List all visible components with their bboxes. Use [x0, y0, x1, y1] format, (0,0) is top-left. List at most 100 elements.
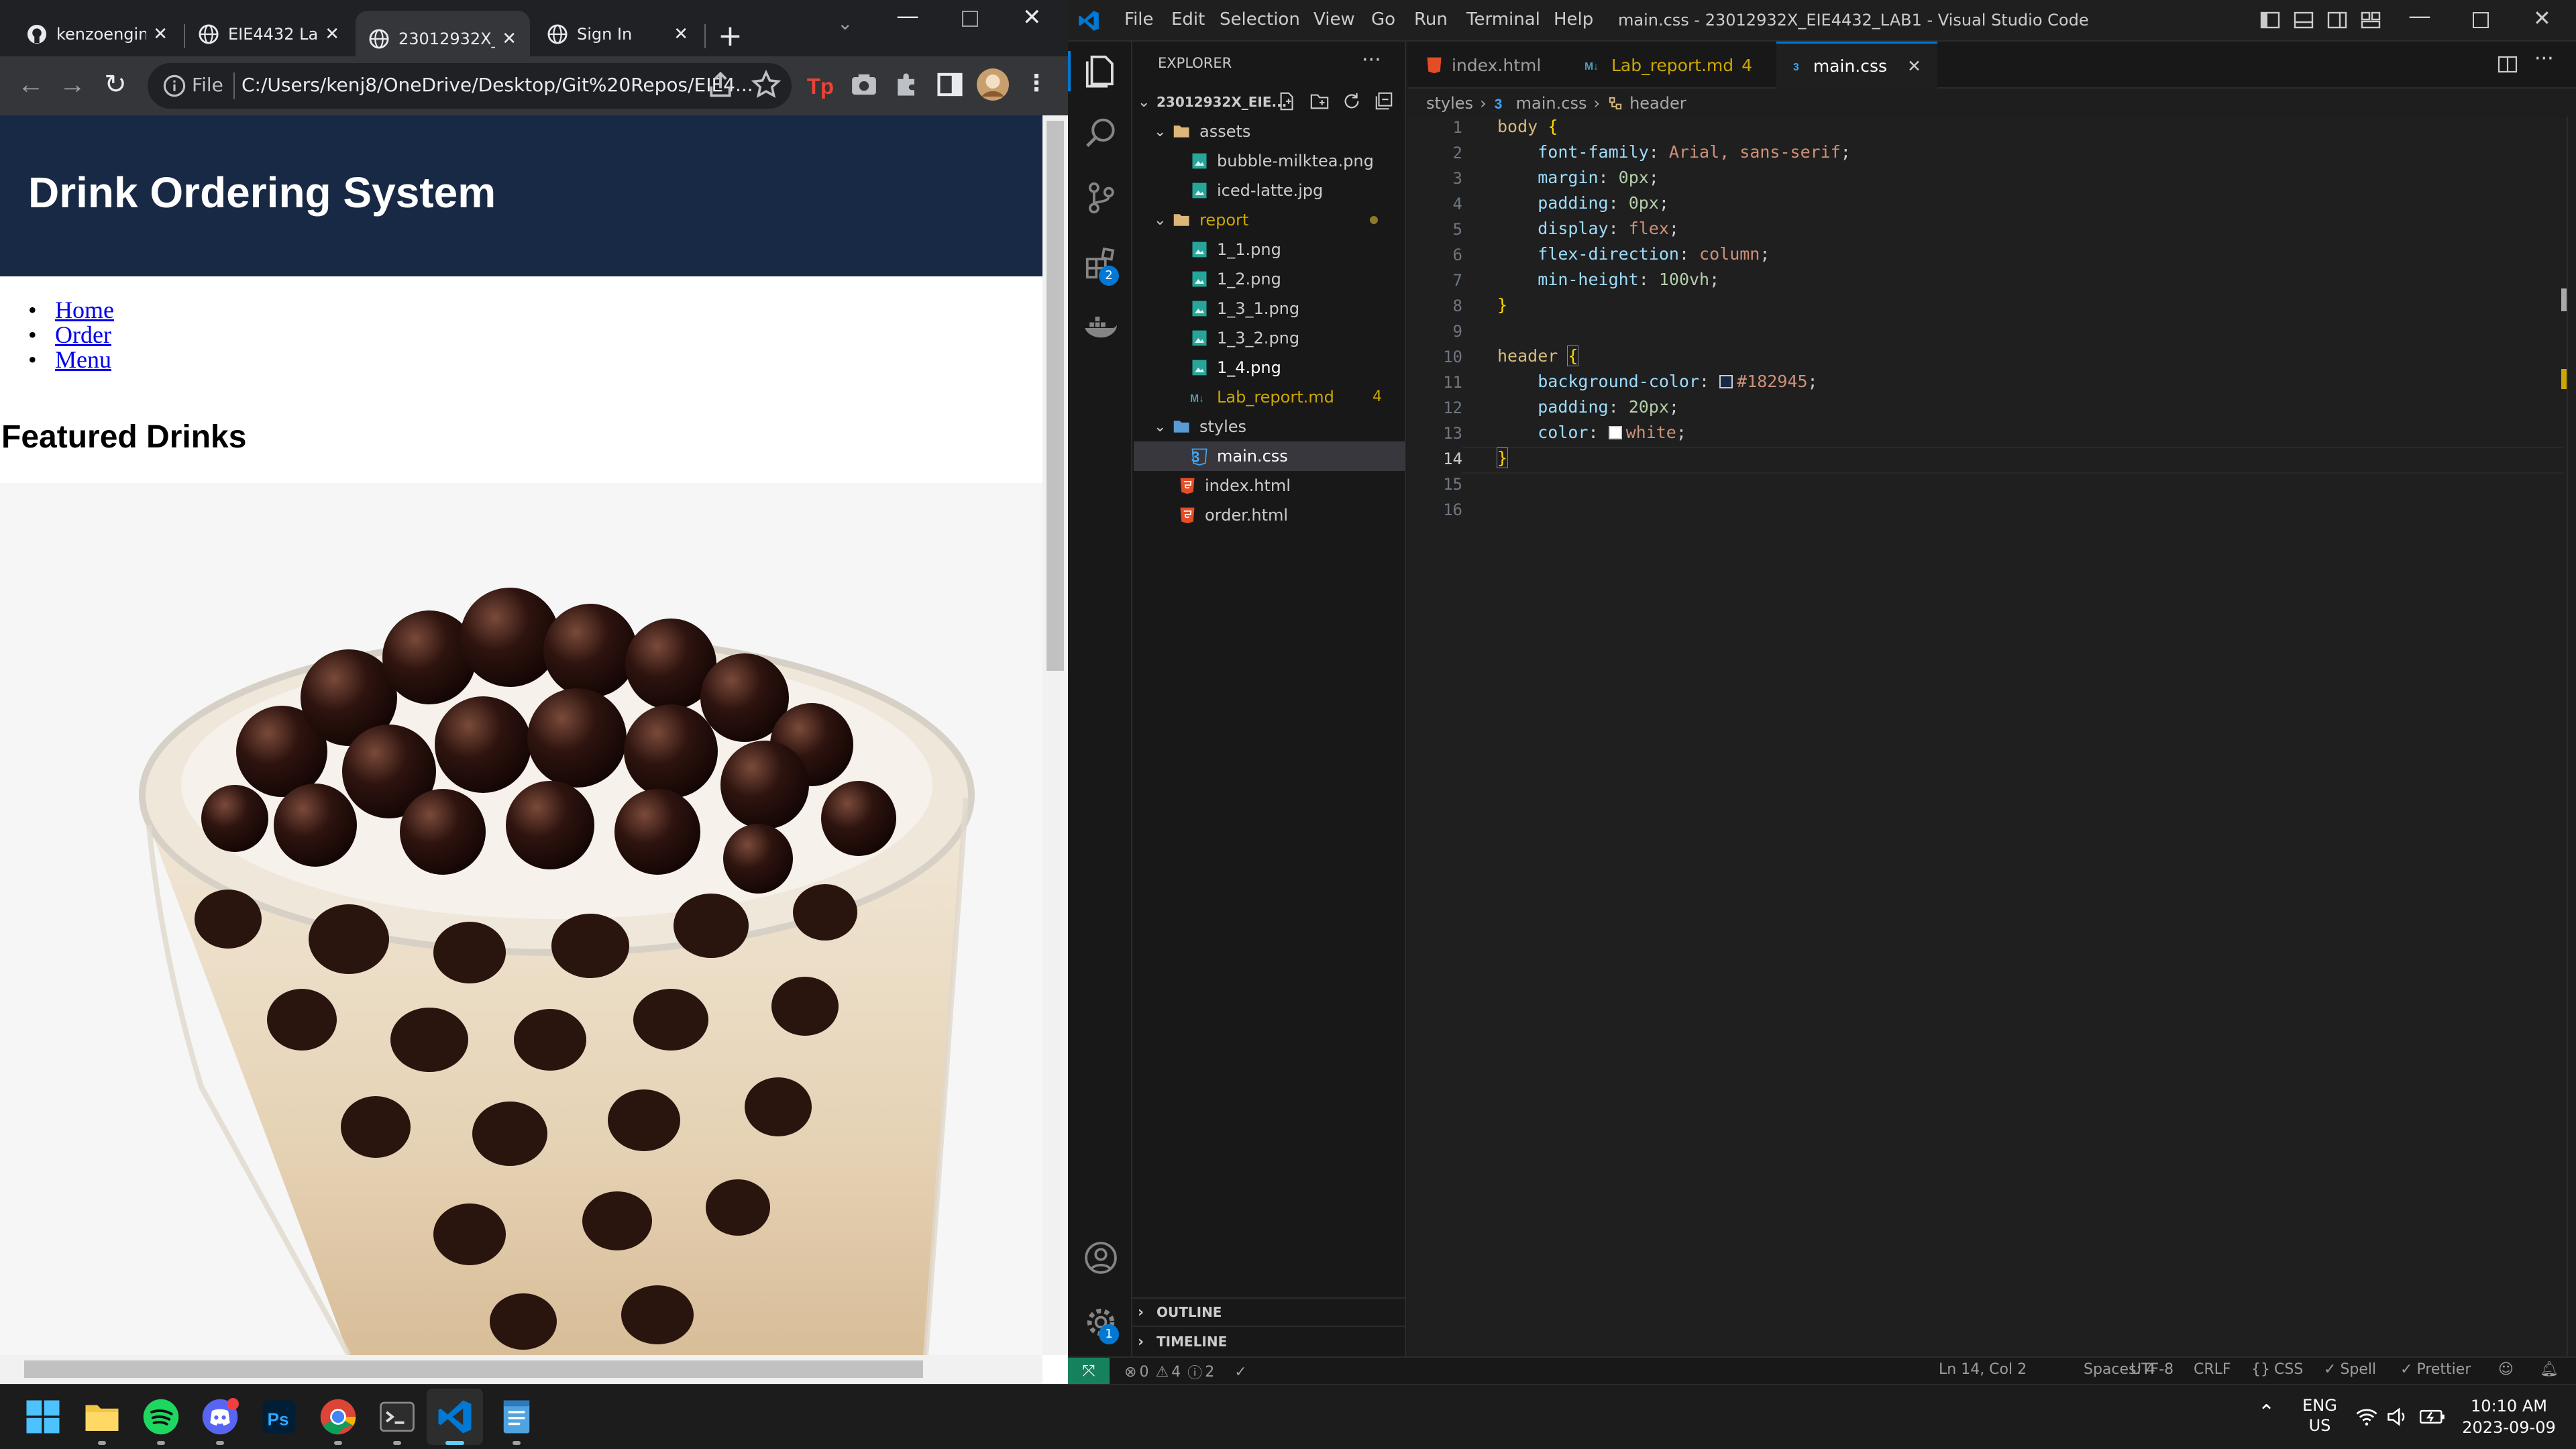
maximize-icon[interactable] — [2473, 12, 2489, 28]
menu-run[interactable]: Run — [1414, 9, 1448, 30]
horizontal-scroll-thumb[interactable] — [24, 1360, 923, 1378]
tree-file-lab-report[interactable]: M↓ Lab_report.md 4 — [1190, 382, 1406, 412]
file-explorer-icon[interactable] — [83, 1398, 121, 1436]
close-icon[interactable]: ✕ — [502, 29, 517, 49]
search-icon[interactable] — [1083, 115, 1119, 152]
prettier-status[interactable]: ✓ Prettier — [2400, 1361, 2471, 1378]
cursor-position[interactable]: Ln 14, Col 2 — [1939, 1361, 2027, 1378]
reload-icon[interactable]: ↻ — [98, 67, 133, 102]
tree-file-order-html[interactable]: order.html — [1178, 500, 1406, 530]
problems-indicator[interactable]: ⊗ 0 ⚠ 4 ⓘ 2 ✓ — [1124, 1361, 1247, 1383]
tree-folder-report[interactable]: ⌄ report — [1154, 205, 1406, 235]
explorer-files-icon[interactable] — [1083, 52, 1119, 89]
tree-file-1-1[interactable]: 1_1.png — [1190, 235, 1406, 264]
browser-tab[interactable]: kenzoengin ✕ — [13, 12, 181, 56]
profile-avatar[interactable] — [977, 68, 1009, 101]
menu-terminal[interactable]: Terminal — [1466, 9, 1540, 30]
menu-help[interactable]: Help — [1554, 9, 1593, 30]
tree-folder-assets[interactable]: ⌄ assets — [1154, 117, 1406, 146]
toggle-secondary-sidebar-icon[interactable] — [2326, 9, 2348, 31]
explorer-root[interactable]: ⌄ 23012932X_EIE... — [1132, 87, 1406, 117]
split-editor-icon[interactable] — [2497, 54, 2518, 75]
minimize-icon[interactable]: — — [896, 3, 919, 30]
tree-file-iced-latte[interactable]: iced-latte.jpg — [1190, 176, 1406, 205]
back-icon[interactable]: ← — [13, 67, 48, 102]
maximize-icon[interactable] — [962, 11, 978, 27]
outline-section[interactable]: › OUTLINE — [1138, 1297, 1406, 1327]
menu-view[interactable]: View — [1313, 9, 1355, 30]
collapse-all-icon[interactable] — [1374, 91, 1394, 111]
timeline-section[interactable]: › TIMELINE — [1138, 1327, 1406, 1356]
tree-file-1-3-1[interactable]: 1_3_1.png — [1190, 294, 1406, 323]
editor-scrollbar[interactable] — [2567, 117, 2568, 1356]
menu-file[interactable]: File — [1124, 9, 1154, 30]
editor-tab-main-css[interactable]: 3 main.css ✕ — [1776, 42, 1937, 89]
toggle-primary-sidebar-icon[interactable] — [2259, 9, 2281, 31]
bookmark-star-icon[interactable] — [751, 70, 781, 99]
breadcrumb-file[interactable]: main.css — [1516, 94, 1587, 113]
tree-file-1-4[interactable]: 1_4.png — [1190, 353, 1406, 382]
spell-check[interactable]: ✓ Spell — [2324, 1361, 2376, 1378]
nav-link-menu[interactable]: Menu — [55, 346, 111, 373]
new-tab-icon[interactable]: + — [718, 19, 743, 53]
extensions-puzzle-icon[interactable] — [892, 70, 922, 99]
menu-go[interactable]: Go — [1371, 9, 1395, 30]
close-icon[interactable]: ✕ — [153, 24, 168, 44]
new-file-icon[interactable] — [1277, 91, 1297, 111]
typing-extension-icon[interactable]: Tp — [805, 70, 835, 99]
input-language[interactable]: ENG US — [2300, 1395, 2340, 1436]
close-window-icon[interactable]: ✕ — [1022, 4, 1042, 31]
language-mode[interactable]: {} CSS — [2251, 1361, 2303, 1378]
remote-indicator-icon[interactable]: ⤧ — [1068, 1358, 1110, 1384]
vscode-icon[interactable] — [436, 1398, 474, 1436]
color-swatch[interactable] — [1719, 375, 1733, 388]
nav-link-order[interactable]: Order — [55, 321, 111, 348]
terminal-icon[interactable] — [378, 1398, 416, 1436]
code-editor[interactable] — [1407, 117, 2576, 1356]
photoshop-icon[interactable]: Ps — [260, 1398, 298, 1436]
battery-charging-icon[interactable] — [2419, 1405, 2446, 1429]
encoding[interactable]: UTF-8 — [2131, 1361, 2174, 1378]
discord-icon[interactable] — [201, 1398, 239, 1436]
feedback-icon[interactable]: ☺ — [2498, 1361, 2514, 1378]
tree-file-index-html[interactable]: index.html — [1178, 471, 1406, 500]
close-window-icon[interactable]: ✕ — [2533, 5, 2551, 31]
source-control-icon[interactable] — [1083, 180, 1119, 216]
refresh-icon[interactable] — [1342, 91, 1362, 111]
chevron-up-icon[interactable]: ⌃ — [2258, 1401, 2275, 1424]
notifications-bell-icon[interactable]: 🔔︎ — [2540, 1361, 2559, 1378]
share-icon[interactable] — [706, 70, 735, 99]
close-icon[interactable]: ✕ — [674, 24, 688, 44]
vertical-scroll-thumb[interactable] — [1046, 121, 1064, 671]
spotify-icon[interactable] — [142, 1398, 180, 1436]
minimize-icon[interactable]: — — [2408, 3, 2431, 30]
system-clock[interactable]: 10:10 AM 2023-09-09 — [2455, 1395, 2563, 1438]
account-icon[interactable] — [1083, 1240, 1119, 1276]
breadcrumb-symbol[interactable]: header — [1629, 94, 1686, 113]
line-ending[interactable]: CRLF — [2194, 1361, 2231, 1378]
windows-start-icon[interactable] — [24, 1398, 62, 1436]
more-actions-icon[interactable]: ··· — [2534, 47, 2554, 70]
tree-file-bubble-milktea[interactable]: bubble-milktea.png — [1190, 146, 1406, 176]
address-bar[interactable]: File C:/Users/kenj8/OneDrive/Desktop/Git… — [148, 63, 792, 109]
wifi-icon[interactable] — [2355, 1405, 2379, 1429]
close-icon[interactable]: ✕ — [325, 24, 339, 44]
browser-tab[interactable]: Sign In ✕ — [534, 12, 702, 56]
nav-link-home[interactable]: Home — [55, 297, 114, 323]
side-panel-icon[interactable] — [935, 70, 965, 99]
editor-tab-lab-report[interactable]: M↓ Lab_report.md 4 — [1568, 42, 1770, 89]
volume-icon[interactable] — [2385, 1405, 2410, 1429]
menu-selection[interactable]: Selection — [1220, 9, 1300, 30]
chrome-icon[interactable] — [319, 1398, 357, 1436]
more-menu-icon[interactable]: ⋮ — [1025, 70, 1048, 97]
tree-file-1-3-2[interactable]: 1_3_2.png — [1190, 323, 1406, 353]
toggle-panel-icon[interactable] — [2293, 9, 2314, 31]
tree-file-main-css[interactable]: 3 main.css — [1134, 441, 1405, 471]
new-folder-icon[interactable] — [1309, 91, 1330, 111]
close-icon[interactable]: ✕ — [1907, 56, 1921, 76]
forward-icon[interactable]: → — [55, 67, 90, 102]
customize-layout-icon[interactable] — [2360, 9, 2381, 31]
more-actions-icon[interactable]: ··· — [1362, 48, 1381, 72]
menu-edit[interactable]: Edit — [1171, 9, 1205, 30]
tree-folder-styles[interactable]: ⌄ styles — [1154, 412, 1406, 441]
